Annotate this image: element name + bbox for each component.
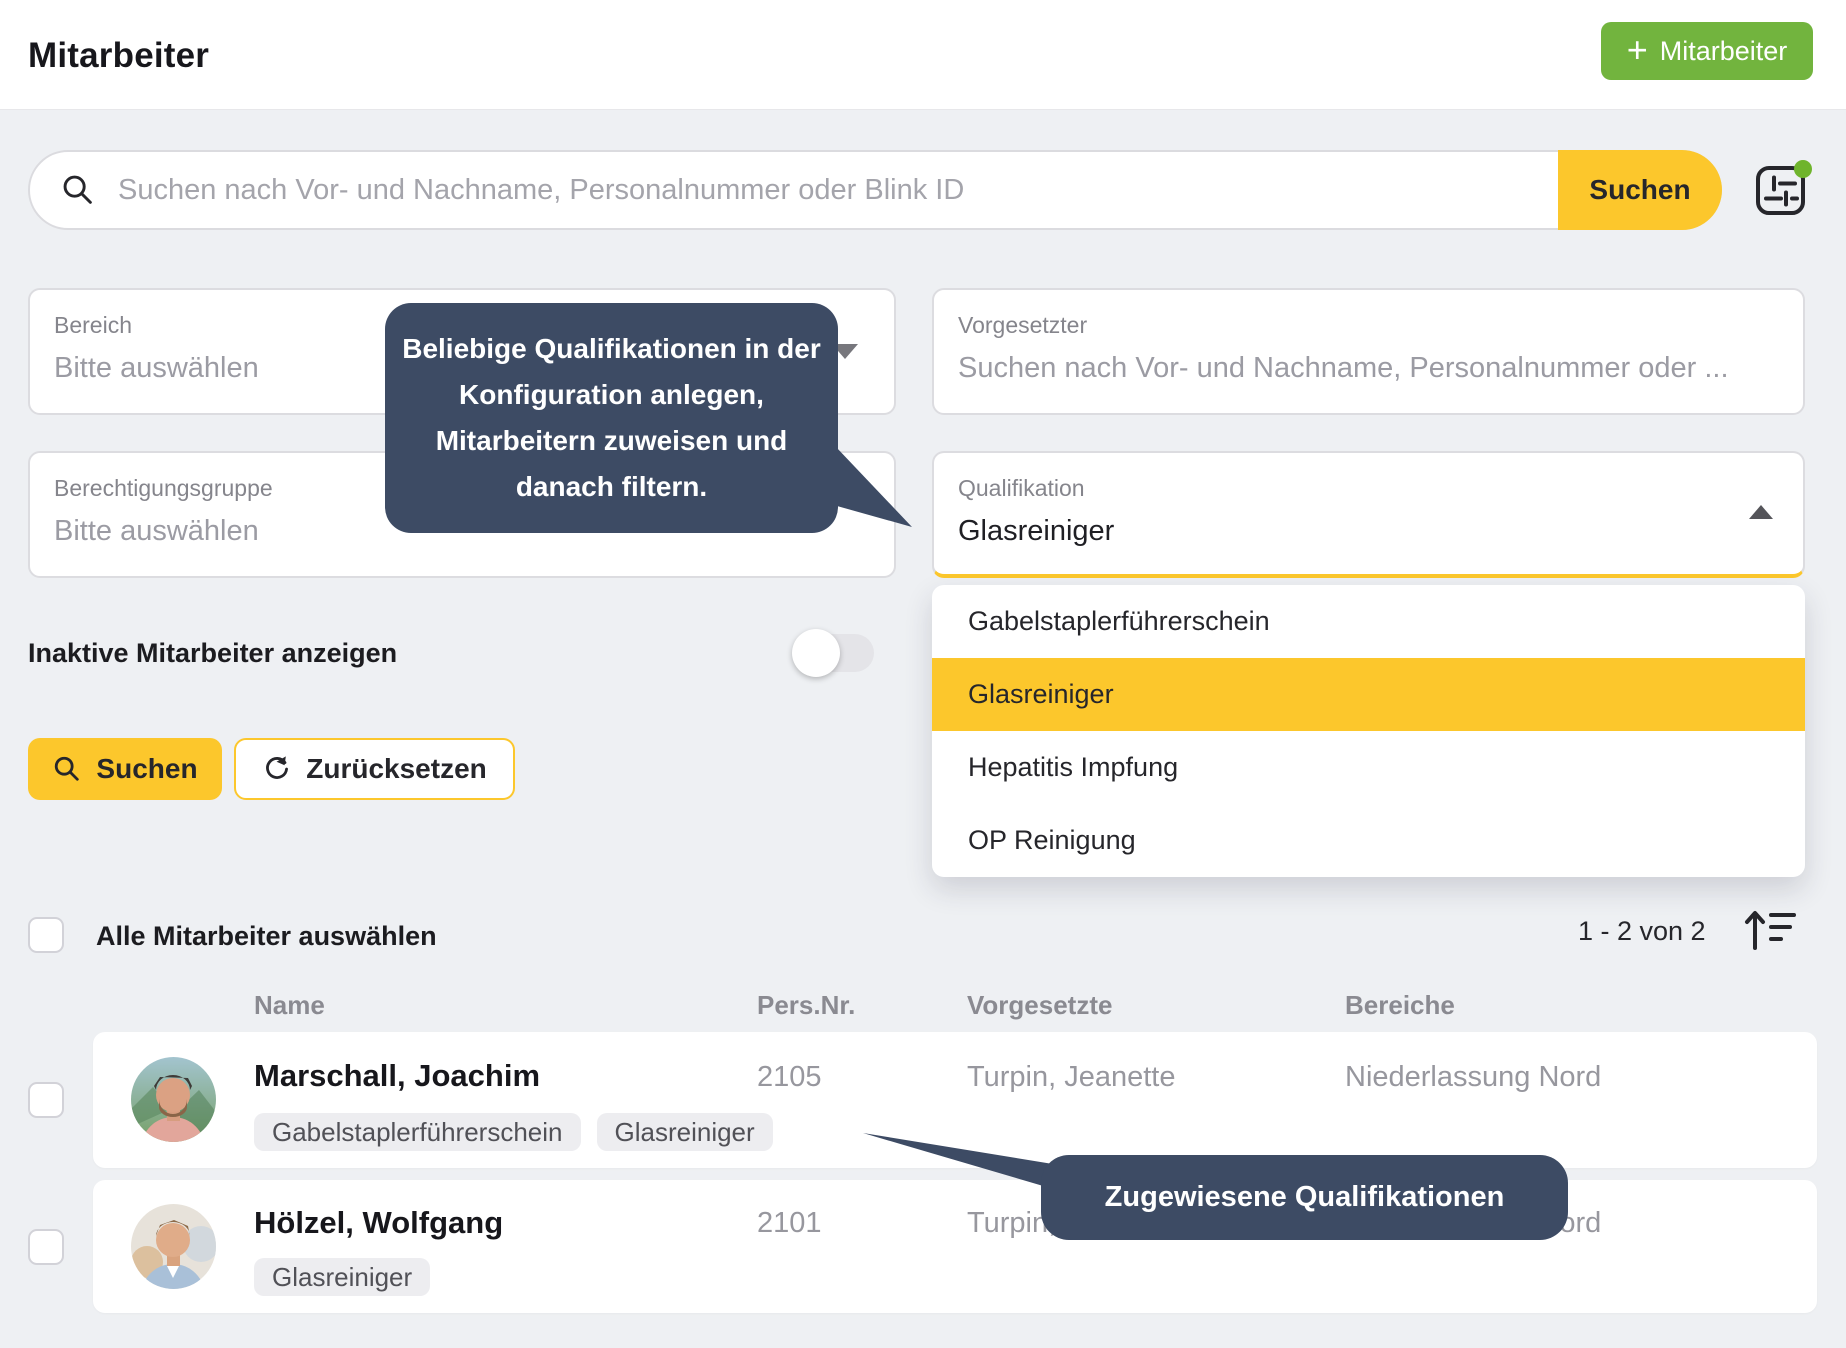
row2-checkbox[interactable] <box>28 1229 64 1265</box>
vorgesetzter-placeholder: Suchen nach Vor- und Nachname, Personaln… <box>958 352 1729 385</box>
qualification-tag: Glasreiniger <box>597 1113 773 1151</box>
inactive-toggle-label: Inaktive Mitarbeiter anzeigen <box>28 638 397 669</box>
toggle-knob <box>792 629 840 677</box>
qualification-tag: Glasreiniger <box>254 1258 430 1296</box>
plus-icon: + <box>1627 32 1648 68</box>
inactive-employees-toggle[interactable] <box>798 634 874 672</box>
row1-name: Marschall, Joachim <box>254 1058 540 1094</box>
qualifikation-select[interactable]: Qualifikation Glasreiniger <box>932 451 1805 578</box>
employees-page: { "header": { "title": "Mitarbeiter", "a… <box>0 0 1846 1348</box>
row1-bereiche: Niederlassung Nord <box>1345 1061 1601 1094</box>
sort-icon <box>1744 906 1796 956</box>
bereich-label: Bereich <box>54 312 132 339</box>
page-title: Mitarbeiter <box>28 36 209 76</box>
filter-reset-button[interactable]: Zurücksetzen <box>234 738 515 800</box>
vorgesetzter-input[interactable]: Vorgesetzter Suchen nach Vor- und Nachna… <box>932 288 1805 415</box>
page-header: Mitarbeiter + Mitarbeiter <box>0 0 1846 110</box>
qualifikation-label: Qualifikation <box>958 475 1085 502</box>
qualifikation-dropdown: Gabelstaplerführerschein Glasreiniger He… <box>932 585 1805 877</box>
add-employee-label: Mitarbeiter <box>1660 36 1788 67</box>
row2-tags: Glasreiniger <box>254 1258 430 1296</box>
bereich-placeholder: Bitte auswählen <box>54 352 259 385</box>
chevron-up-icon <box>1749 505 1773 519</box>
filter-reset-label: Zurücksetzen <box>306 753 487 785</box>
dropdown-option-hepatitis-impfung[interactable]: Hepatitis Impfung <box>932 731 1805 804</box>
column-header-name: Name <box>254 990 325 1021</box>
row1-persnr: 2105 <box>757 1061 822 1094</box>
row1-vorgesetzte: Turpin, Jeanette <box>967 1061 1176 1094</box>
filter-search-label: Suchen <box>96 753 197 785</box>
search-submit-button[interactable]: Suchen <box>1558 150 1722 230</box>
assigned-qualifications-tooltip: Zugewiesene Qualifikationen <box>1041 1155 1568 1240</box>
qualification-tag: Gabelstaplerführerschein <box>254 1113 581 1151</box>
avatar-photo-wolfgang <box>131 1204 216 1289</box>
avatar-photo-joachim <box>131 1057 216 1142</box>
dropdown-option-glasreiniger-selected[interactable]: Glasreiniger <box>932 658 1805 731</box>
column-header-bereiche: Bereiche <box>1345 990 1455 1021</box>
search-icon <box>52 754 82 784</box>
column-header-vorgesetzte: Vorgesetzte <box>967 990 1112 1021</box>
row2-name: Hölzel, Wolfgang <box>254 1205 503 1241</box>
refresh-icon <box>262 754 292 784</box>
dropdown-option-op-reinigung[interactable]: OP Reinigung <box>932 804 1805 877</box>
row1-tags: Gabelstaplerführerschein Glasreiniger <box>254 1113 773 1151</box>
hint-tooltip: Beliebige Qualifikationen in der Konfigu… <box>385 303 838 533</box>
sort-button[interactable] <box>1744 906 1796 956</box>
result-count: 1 - 2 von 2 <box>1578 916 1706 947</box>
row2-avatar <box>131 1204 216 1289</box>
dropdown-option-gabelstaplerfuehrerschein[interactable]: Gabelstaplerführerschein <box>932 585 1805 658</box>
active-filter-dot <box>1794 160 1812 178</box>
select-all-label: Alle Mitarbeiter auswählen <box>96 921 437 952</box>
search-bar: Suchen <box>28 150 1722 230</box>
add-employee-button[interactable]: + Mitarbeiter <box>1601 22 1813 80</box>
row1-checkbox[interactable] <box>28 1082 64 1118</box>
filter-sliders-icon <box>1750 158 1812 220</box>
search-icon <box>60 172 96 208</box>
vorgesetzter-label: Vorgesetzter <box>958 312 1087 339</box>
berechtigungsgruppe-placeholder: Bitte auswählen <box>54 515 259 548</box>
berechtigungsgruppe-label: Berechtigungsgruppe <box>54 475 273 502</box>
filter-search-button[interactable]: Suchen <box>28 738 222 800</box>
qualifikation-value: Glasreiniger <box>958 515 1114 548</box>
row1-avatar <box>131 1057 216 1142</box>
row2-persnr: 2101 <box>757 1207 822 1240</box>
filter-settings-button[interactable] <box>1750 158 1812 220</box>
select-all-checkbox[interactable] <box>28 917 64 953</box>
column-header-persnr: Pers.Nr. <box>757 990 855 1021</box>
search-input[interactable] <box>118 174 1530 207</box>
